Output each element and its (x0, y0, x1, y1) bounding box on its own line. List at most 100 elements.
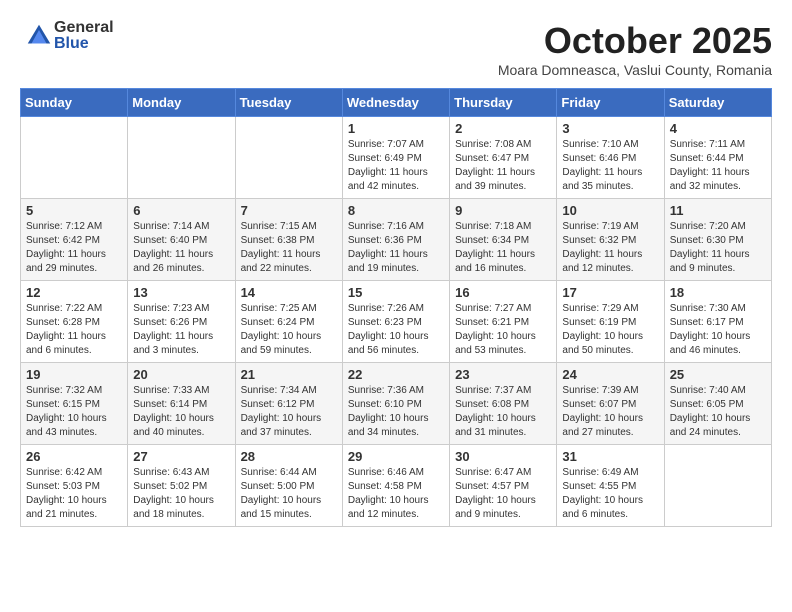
logo-text: General Blue (54, 20, 114, 52)
day-cell: 27Sunrise: 6:43 AMSunset: 5:02 PMDayligh… (128, 445, 235, 527)
day-number: 15 (348, 285, 444, 300)
day-number: 22 (348, 367, 444, 382)
day-header-thursday: Thursday (450, 89, 557, 117)
day-cell: 22 Sunrise: 7:36 AMSunset: 6:10 PMDayligh… (342, 363, 449, 445)
day-number: 23 (455, 367, 551, 382)
day-info: Sunrise: 7:18 AMSunset: 6:34 PMDaylight:… (455, 220, 551, 276)
page-header: General Blue October 2025 Moara Domneasc… (20, 20, 772, 78)
day-cell: 29 Sunrise: 6:46 AMSunset: 4:58 PMDayligh… (342, 445, 449, 527)
calendar-table: SundayMondayTuesdayWednesdayThursdayFrid… (20, 88, 772, 527)
day-cell: 16 Sunrise: 7:27 AMSunset: 6:21 PMDayligh… (450, 281, 557, 363)
day-info: Sunrise: 7:07 AMSunset: 6:49 PMDaylight:… (348, 138, 444, 194)
day-cell: 15 Sunrise: 7:26 AMSunset: 6:23 PMDayligh… (342, 281, 449, 363)
day-number: 10 (562, 203, 658, 218)
day-number: 20 (133, 367, 229, 382)
day-cell: 7 Sunrise: 7:15 AMSunset: 6:38 PMDaylight… (235, 199, 342, 281)
day-info: Sunrise: 7:20 AMSunset: 6:30 PMDaylight:… (670, 220, 766, 276)
day-cell: 5 Sunrise: 7:12 AMSunset: 6:42 PMDaylight… (21, 199, 128, 281)
day-number: 3 (562, 121, 658, 136)
day-number: 16 (455, 285, 551, 300)
day-number: 5 (26, 203, 122, 218)
day-number: 26 (26, 449, 122, 464)
day-cell: 24Sunrise: 7:39 AMSunset: 6:07 PMDayligh… (557, 363, 664, 445)
day-number: 6 (133, 203, 229, 218)
day-cell: 8 Sunrise: 7:16 AMSunset: 6:36 PMDaylight… (342, 199, 449, 281)
logo-general: General (54, 20, 114, 36)
day-number: 17 (562, 285, 658, 300)
day-number: 25 (670, 367, 766, 382)
day-info: Sunrise: 6:49 AMSunset: 4:55 PMDaylight:… (562, 466, 658, 522)
day-cell: 9 Sunrise: 7:18 AMSunset: 6:34 PMDaylight… (450, 199, 557, 281)
day-cell (128, 117, 235, 199)
day-cell: 19 Sunrise: 7:32 AMSunset: 6:15 PMDayligh… (21, 363, 128, 445)
day-number: 28 (241, 449, 337, 464)
logo-blue: Blue (54, 36, 114, 52)
day-info: Sunrise: 7:16 AMSunset: 6:36 PMDaylight:… (348, 220, 444, 276)
week-row-1: 1 Sunrise: 7:07 AMSunset: 6:49 PMDaylight… (21, 117, 772, 199)
day-info: Sunrise: 7:08 AMSunset: 6:47 PMDaylight:… (455, 138, 551, 194)
day-info: Sunrise: 7:40 AMSunset: 6:05 PMDaylight:… (670, 384, 766, 440)
title-block: October 2025 Moara Domneasca, Vaslui Cou… (498, 20, 772, 78)
day-info: Sunrise: 7:33 AMSunset: 6:14 PMDaylight:… (133, 384, 229, 440)
day-cell (664, 445, 771, 527)
day-cell: 25 Sunrise: 7:40 AMSunset: 6:05 PMDayligh… (664, 363, 771, 445)
day-info: Sunrise: 7:14 AMSunset: 6:40 PMDaylight:… (133, 220, 229, 276)
day-number: 24 (562, 367, 658, 382)
day-cell: 18Sunrise: 7:30 AMSunset: 6:17 PMDayligh… (664, 281, 771, 363)
day-info: Sunrise: 7:29 AMSunset: 6:19 PMDaylight:… (562, 302, 658, 358)
day-header-tuesday: Tuesday (235, 89, 342, 117)
day-info: Sunrise: 7:36 AMSunset: 6:10 PMDaylight:… (348, 384, 444, 440)
day-info: Sunrise: 6:47 AMSunset: 4:57 PMDaylight:… (455, 466, 551, 522)
day-info: Sunrise: 7:32 AMSunset: 6:15 PMDaylight:… (26, 384, 122, 440)
day-info: Sunrise: 7:19 AMSunset: 6:32 PMDaylight:… (562, 220, 658, 276)
day-header-sunday: Sunday (21, 89, 128, 117)
day-number: 8 (348, 203, 444, 218)
day-cell: 26 Sunrise: 6:42 AMSunset: 5:03 PMDayligh… (21, 445, 128, 527)
day-cell: 11 Sunrise: 7:20 AMSunset: 6:30 PMDayligh… (664, 199, 771, 281)
day-info: Sunrise: 7:12 AMSunset: 6:42 PMDaylight:… (26, 220, 122, 276)
day-info: Sunrise: 7:34 AMSunset: 6:12 PMDaylight:… (241, 384, 337, 440)
day-cell: 6 Sunrise: 7:14 AMSunset: 6:40 PMDaylight… (128, 199, 235, 281)
day-number: 29 (348, 449, 444, 464)
day-info: Sunrise: 7:15 AMSunset: 6:38 PMDaylight:… (241, 220, 337, 276)
calendar-header-row: SundayMondayTuesdayWednesdayThursdayFrid… (21, 89, 772, 117)
day-info: Sunrise: 7:11 AMSunset: 6:44 PMDaylight:… (670, 138, 766, 194)
day-cell: 20 Sunrise: 7:33 AMSunset: 6:14 PMDayligh… (128, 363, 235, 445)
day-info: Sunrise: 6:42 AMSunset: 5:03 PMDaylight:… (26, 466, 122, 522)
day-info: Sunrise: 6:46 AMSunset: 4:58 PMDaylight:… (348, 466, 444, 522)
day-header-monday: Monday (128, 89, 235, 117)
day-number: 19 (26, 367, 122, 382)
day-number: 31 (562, 449, 658, 464)
day-number: 14 (241, 285, 337, 300)
day-number: 9 (455, 203, 551, 218)
day-number: 21 (241, 367, 337, 382)
day-number: 1 (348, 121, 444, 136)
day-cell: 4 Sunrise: 7:11 AMSunset: 6:44 PMDaylight… (664, 117, 771, 199)
day-cell: 31 Sunrise: 6:49 AMSunset: 4:55 PMDayligh… (557, 445, 664, 527)
day-cell: 10 Sunrise: 7:19 AMSunset: 6:32 PMDayligh… (557, 199, 664, 281)
logo-icon (24, 21, 54, 51)
day-info: Sunrise: 7:27 AMSunset: 6:21 PMDaylight:… (455, 302, 551, 358)
day-info: Sunrise: 6:44 AMSunset: 5:00 PMDaylight:… (241, 466, 337, 522)
day-number: 4 (670, 121, 766, 136)
day-info: Sunrise: 7:25 AMSunset: 6:24 PMDaylight:… (241, 302, 337, 358)
day-header-saturday: Saturday (664, 89, 771, 117)
day-info: Sunrise: 7:22 AMSunset: 6:28 PMDaylight:… (26, 302, 122, 358)
day-number: 2 (455, 121, 551, 136)
day-header-wednesday: Wednesday (342, 89, 449, 117)
day-info: Sunrise: 7:37 AMSunset: 6:08 PMDaylight:… (455, 384, 551, 440)
day-cell: 30Sunrise: 6:47 AMSunset: 4:57 PMDayligh… (450, 445, 557, 527)
day-info: Sunrise: 6:43 AMSunset: 5:02 PMDaylight:… (133, 466, 229, 522)
week-row-2: 5 Sunrise: 7:12 AMSunset: 6:42 PMDaylight… (21, 199, 772, 281)
day-info: Sunrise: 7:10 AMSunset: 6:46 PMDaylight:… (562, 138, 658, 194)
day-number: 7 (241, 203, 337, 218)
day-cell: 17 Sunrise: 7:29 AMSunset: 6:19 PMDayligh… (557, 281, 664, 363)
day-info: Sunrise: 7:30 AMSunset: 6:17 PMDaylight:… (670, 302, 766, 358)
day-number: 11 (670, 203, 766, 218)
week-row-5: 26 Sunrise: 6:42 AMSunset: 5:03 PMDayligh… (21, 445, 772, 527)
week-row-4: 19 Sunrise: 7:32 AMSunset: 6:15 PMDayligh… (21, 363, 772, 445)
day-info: Sunrise: 7:23 AMSunset: 6:26 PMDaylight:… (133, 302, 229, 358)
day-number: 13 (133, 285, 229, 300)
day-info: Sunrise: 7:26 AMSunset: 6:23 PMDaylight:… (348, 302, 444, 358)
month-title: October 2025 (498, 20, 772, 62)
